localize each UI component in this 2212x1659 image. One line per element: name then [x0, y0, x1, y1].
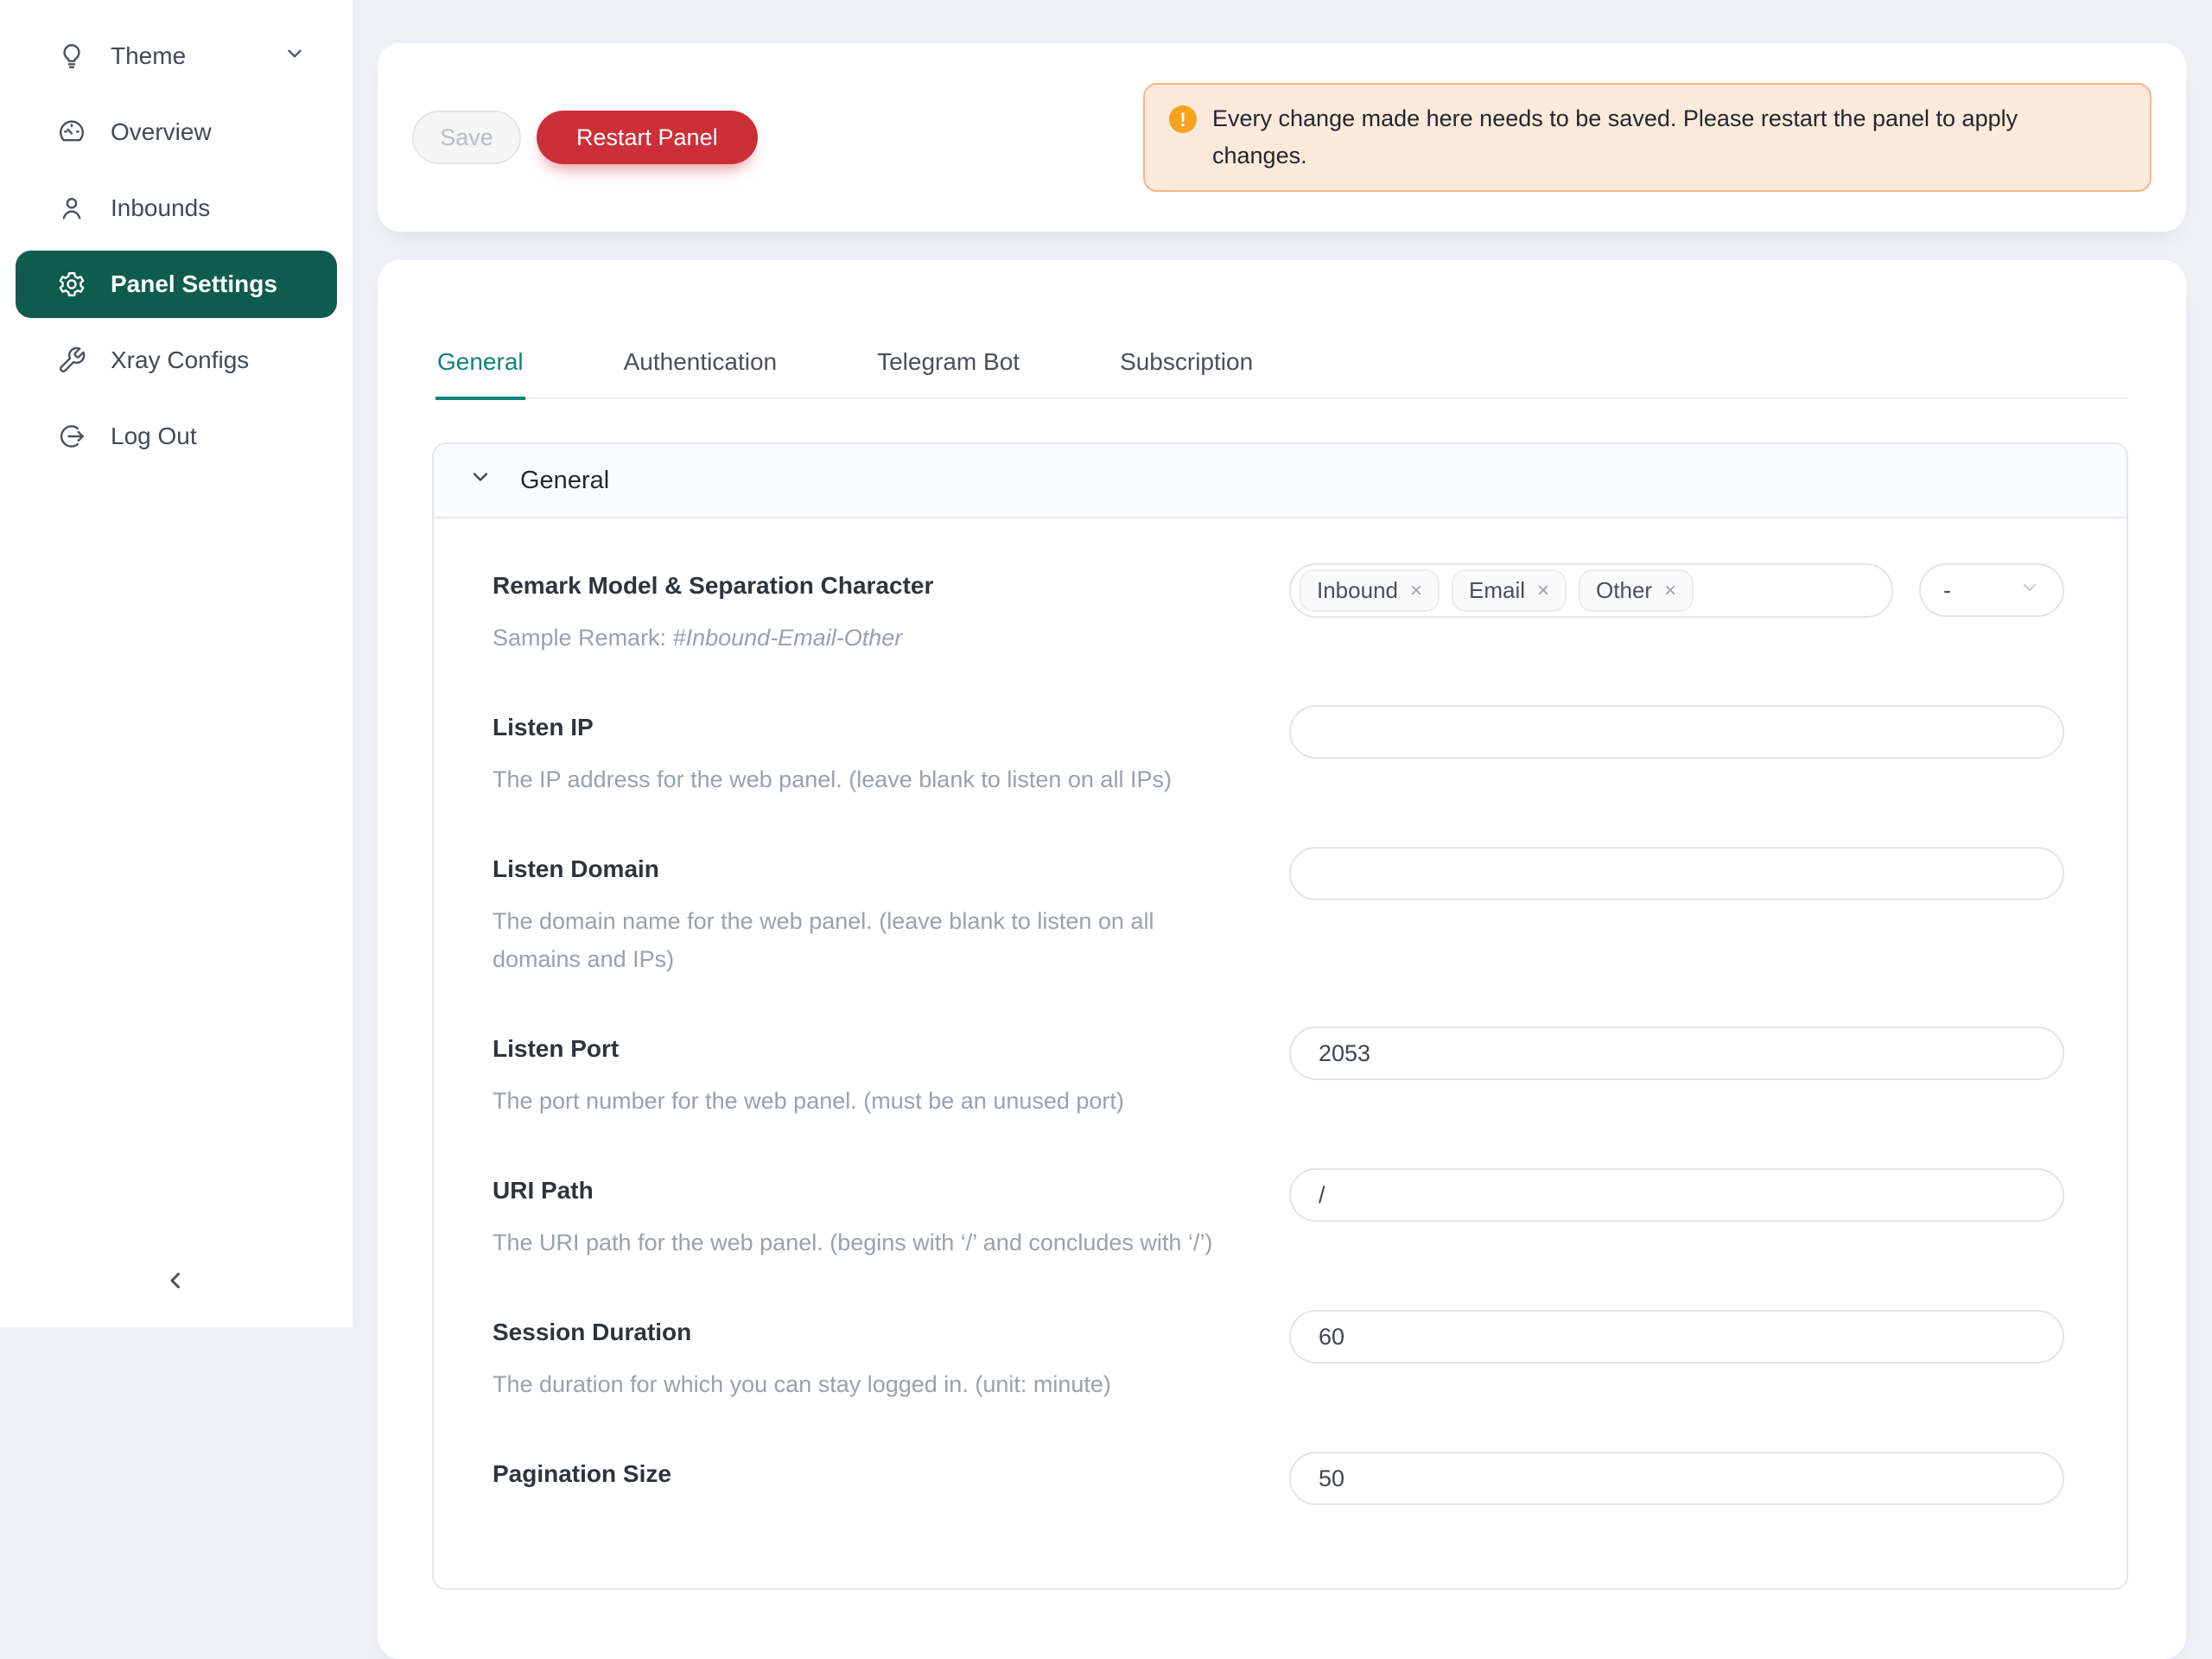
session-duration-input[interactable] [1289, 1310, 2064, 1363]
field-control [1289, 1027, 2064, 1080]
field-info: Listen IP The IP address for the web pan… [493, 705, 1231, 798]
field-row-listen-port: Listen Port The port number for the web … [493, 1027, 2064, 1120]
field-control [1289, 705, 2064, 759]
close-icon[interactable]: × [1410, 581, 1422, 601]
restart-warning-alert: ! Every change made here needs to be sav… [1143, 83, 2152, 192]
sidebar-item-label: Panel Settings [111, 270, 277, 298]
sidebar-item-label: Log Out [111, 423, 197, 450]
field-description: Sample Remark: #Inbound-Email-Other [493, 619, 1231, 657]
chevron-left-icon [163, 1268, 189, 1298]
field-label: Listen Port [493, 1035, 1231, 1063]
field-info: Remark Model & Separation Character Samp… [493, 563, 1231, 657]
sidebar-item-label: Overview [111, 118, 212, 146]
tag-email: Email × [1452, 569, 1567, 612]
field-description: The IP address for the web panel. (leave… [493, 760, 1231, 798]
field-control [1289, 1168, 2064, 1222]
field-control [1289, 1310, 2064, 1363]
lightbulb-icon [57, 41, 86, 71]
save-button[interactable]: Save [412, 111, 521, 164]
field-row-uri-path: URI Path The URI path for the web panel.… [493, 1168, 2064, 1262]
field-label: Listen IP [493, 714, 1231, 741]
field-description: The port number for the web panel. (must… [493, 1082, 1231, 1120]
field-label: Pagination Size [493, 1460, 1231, 1488]
remark-model-tags-input[interactable]: Inbound × Email × Other × [1289, 563, 1893, 618]
field-description: The domain name for the web panel. (leav… [493, 902, 1231, 978]
warning-icon: ! [1169, 105, 1197, 133]
chevron-down-icon [468, 465, 493, 496]
toolbar-buttons: Save Restart Panel [412, 111, 758, 164]
gear-icon [57, 270, 86, 299]
sidebar-item-label: Theme [111, 42, 186, 70]
alert-text: Every change made here needs to be saved… [1212, 100, 2094, 175]
section-title: General [520, 467, 609, 495]
chevron-down-icon [283, 42, 306, 71]
user-icon [57, 194, 86, 223]
general-section-panel: General Remark Model & Separation Charac… [432, 442, 2128, 1590]
field-info: Listen Port The port number for the web … [493, 1027, 1231, 1120]
select-value: - [1943, 577, 1951, 604]
tab-telegram-bot[interactable]: Telegram Bot [875, 348, 1021, 400]
field-row-listen-ip: Listen IP The IP address for the web pan… [493, 705, 2064, 798]
sidebar-item-theme[interactable]: Theme [16, 22, 337, 90]
close-icon[interactable]: × [1537, 581, 1549, 601]
field-info: Session Duration The duration for which … [493, 1310, 1231, 1403]
tab-subscription[interactable]: Subscription [1118, 348, 1255, 400]
settings-card: General Authentication Telegram Bot Subs… [378, 260, 2186, 1659]
tag-label: Email [1469, 577, 1525, 604]
field-description: The URI path for the web panel. (begins … [493, 1224, 1231, 1262]
sample-remark-value: #Inbound-Email-Other [673, 625, 903, 651]
close-icon[interactable]: × [1664, 581, 1676, 601]
listen-port-input[interactable] [1289, 1027, 2064, 1080]
dashboard-icon [57, 118, 86, 147]
field-control [1289, 1452, 2064, 1505]
field-control: Inbound × Email × Other × [1289, 563, 2064, 618]
sample-remark-prefix: Sample Remark: [493, 625, 673, 651]
listen-domain-input[interactable] [1289, 847, 2064, 900]
sidebar-item-inbounds[interactable]: Inbounds [16, 175, 337, 242]
listen-ip-input[interactable] [1289, 705, 2064, 759]
tag-other: Other × [1579, 569, 1694, 612]
field-label: URI Path [493, 1177, 1231, 1205]
logout-icon [57, 422, 86, 451]
sidebar-item-label: Inbounds [111, 194, 210, 222]
field-label: Listen Domain [493, 855, 1231, 883]
field-description: The duration for which you can stay logg… [493, 1365, 1231, 1403]
sidebar-item-panel-settings[interactable]: Panel Settings [16, 251, 337, 318]
sidebar-item-overview[interactable]: Overview [16, 99, 337, 166]
sidebar-item-label: Xray Configs [111, 346, 249, 374]
chevron-down-icon [2019, 577, 2040, 604]
tab-general[interactable]: General [435, 348, 525, 400]
field-row-remark-model: Remark Model & Separation Character Samp… [493, 563, 2064, 657]
main-content: Save Restart Panel ! Every change made h… [353, 0, 2212, 1327]
tab-authentication[interactable]: Authentication [622, 348, 779, 400]
sidebar-collapse-button[interactable] [150, 1256, 202, 1308]
field-info: Listen Domain The domain name for the we… [493, 847, 1231, 978]
general-section-header[interactable]: General [434, 444, 2126, 518]
sidebar: Theme Overview Inbounds Panel Settings X… [0, 0, 353, 1327]
field-info: URI Path The URI path for the web panel.… [493, 1168, 1231, 1262]
tag-inbound: Inbound × [1300, 569, 1440, 612]
restart-panel-button[interactable]: Restart Panel [537, 111, 758, 164]
field-label: Session Duration [493, 1319, 1231, 1346]
separation-character-select[interactable]: - [1919, 563, 2064, 617]
tag-label: Other [1596, 577, 1652, 604]
sidebar-item-xray-configs[interactable]: Xray Configs [16, 327, 337, 394]
settings-tabs: General Authentication Telegram Bot Subs… [435, 348, 2128, 399]
wrench-icon [57, 346, 86, 375]
tag-label: Inbound [1317, 577, 1398, 604]
field-row-listen-domain: Listen Domain The domain name for the we… [493, 847, 2064, 978]
pagination-size-input[interactable] [1289, 1452, 2064, 1505]
uri-path-input[interactable] [1289, 1168, 2064, 1222]
sidebar-item-log-out[interactable]: Log Out [16, 403, 337, 470]
general-section-body: Remark Model & Separation Character Samp… [434, 518, 2126, 1588]
field-control [1289, 847, 2064, 900]
toolbar-card: Save Restart Panel ! Every change made h… [378, 43, 2186, 232]
field-row-session-duration: Session Duration The duration for which … [493, 1310, 2064, 1403]
field-label: Remark Model & Separation Character [493, 572, 1231, 600]
field-info: Pagination Size [493, 1452, 1231, 1488]
field-row-pagination-size: Pagination Size [493, 1452, 2064, 1505]
